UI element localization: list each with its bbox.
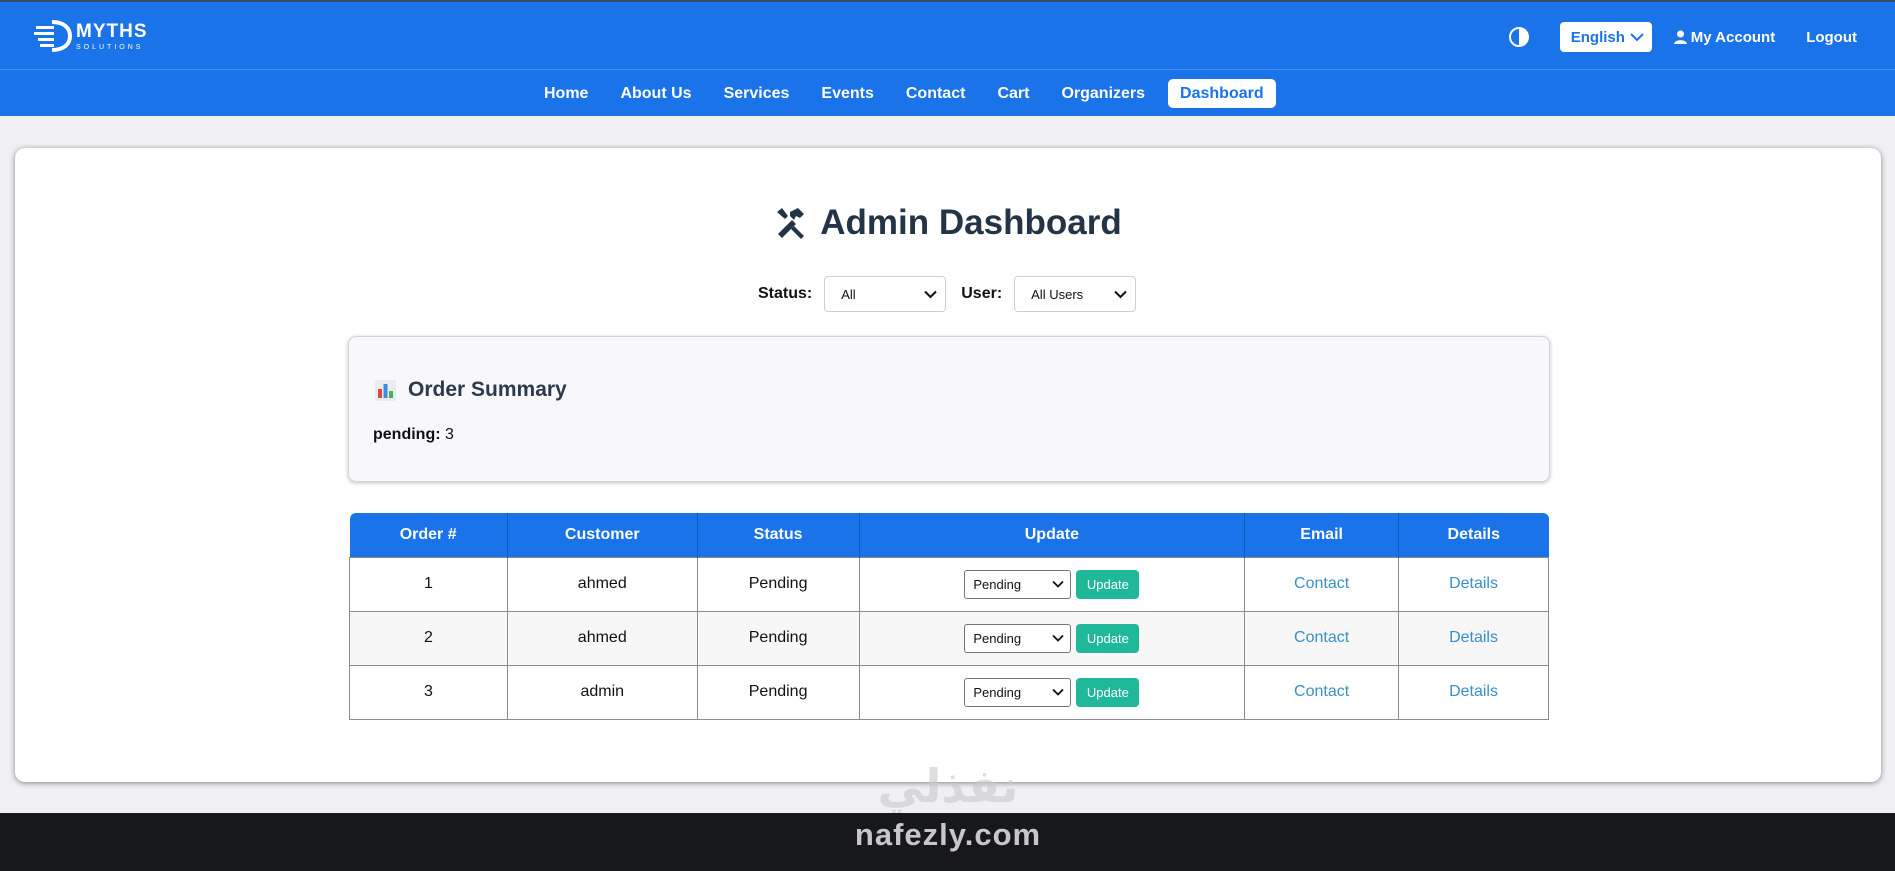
page-title-text: Admin Dashboard — [820, 203, 1122, 242]
order-number-cell: 3 — [349, 664, 508, 720]
watermark-latin-text: nafezly.com — [854, 817, 1042, 852]
customer-cell: ahmed — [506, 610, 698, 666]
order-summary-title: Order Summary — [375, 378, 567, 402]
details-link[interactable]: Details — [1398, 556, 1549, 612]
status-update-value: Pending — [973, 630, 1022, 646]
user-filter-value: All Users — [1031, 286, 1084, 302]
brand-logo[interactable]: MYTHS SOLUTIONS — [34, 16, 148, 56]
nav-contact[interactable]: Contact — [894, 79, 978, 108]
theme-toggle-icon[interactable] — [1508, 26, 1530, 48]
column-header-customer: Customer — [507, 513, 698, 557]
status-filter-value: All — [841, 286, 856, 302]
status-update-select[interactable]: Pending — [964, 569, 1072, 599]
status-cell: Pending — [696, 664, 860, 720]
status-update-value: Pending — [973, 576, 1022, 592]
dashboard-card: Admin Dashboard Status: All User: All Us… — [15, 148, 1881, 782]
table-row: 3 admin Pending Pending Update Contact D… — [349, 664, 1549, 720]
my-account-label: My Account — [1690, 28, 1776, 46]
details-link[interactable]: Details — [1398, 610, 1549, 666]
watermark-arabic-text: نفذلي — [877, 760, 1019, 812]
user-filter-label: User: — [961, 285, 1003, 302]
nav-cart[interactable]: Cart — [985, 79, 1041, 108]
table-row: 2 ahmed Pending Pending Update Contact D… — [349, 610, 1549, 666]
chevron-down-icon — [1052, 634, 1064, 642]
order-summary-title-text: Order Summary — [408, 378, 567, 401]
tools-icon — [777, 208, 805, 239]
nav-home[interactable]: Home — [532, 79, 600, 108]
table-header-row: Order # Customer Status Update Email Det… — [349, 513, 1549, 557]
summary-pending-value: 3 — [445, 426, 454, 443]
language-select[interactable]: English — [1559, 22, 1652, 52]
update-cell: Pending Update — [858, 556, 1246, 612]
status-filter-label: Status: — [758, 285, 813, 302]
nav-dashboard[interactable]: Dashboard — [1168, 79, 1276, 108]
logout-link[interactable]: Logout — [1806, 29, 1857, 46]
nafezly-watermark: نفذلي nafezly.com — [848, 763, 1048, 853]
chevron-down-icon — [1630, 33, 1644, 42]
user-icon — [1673, 30, 1687, 44]
filters-bar: Status: All User: All Users — [758, 276, 1137, 312]
main-nav: Home About Us Services Events Contact Ca… — [0, 69, 1895, 116]
nav-events[interactable]: Events — [809, 79, 885, 108]
status-update-select[interactable]: Pending — [964, 677, 1072, 707]
order-summary-panel: Order Summary pending: 3 — [348, 336, 1550, 482]
status-update-value: Pending — [973, 684, 1022, 700]
order-number-cell: 1 — [349, 556, 508, 612]
user-filter-select[interactable]: All Users — [1014, 276, 1137, 312]
update-button[interactable]: Update — [1076, 569, 1140, 599]
update-button[interactable]: Update — [1076, 677, 1140, 707]
contact-link[interactable]: Contact — [1244, 556, 1400, 612]
chevron-down-icon — [1114, 290, 1127, 298]
brand-word: MYTHS — [76, 20, 148, 42]
bar-chart-icon — [375, 379, 396, 401]
orders-table: Order # Customer Status Update Email Det… — [349, 513, 1549, 720]
update-button[interactable]: Update — [1076, 623, 1140, 653]
update-cell: Pending Update — [858, 664, 1246, 720]
page-title: Admin Dashboard — [15, 203, 1881, 243]
chevron-down-icon — [1052, 688, 1064, 696]
summary-pending-key: pending: — [373, 426, 441, 443]
chevron-down-icon — [1052, 580, 1064, 588]
column-header-details: Details — [1398, 513, 1549, 557]
status-cell: Pending — [696, 610, 860, 666]
status-filter-select[interactable]: All — [824, 276, 947, 312]
contact-link[interactable]: Contact — [1244, 610, 1400, 666]
customer-cell: ahmed — [506, 556, 698, 612]
details-link[interactable]: Details — [1398, 664, 1549, 720]
nav-services[interactable]: Services — [712, 79, 802, 108]
summary-pending-line: pending: 3 — [373, 426, 454, 444]
chevron-down-icon — [924, 290, 937, 298]
brand-subtitle: SOLUTIONS — [76, 43, 144, 51]
status-cell: Pending — [696, 556, 860, 612]
customer-cell: admin — [506, 664, 698, 720]
column-header-status: Status — [697, 513, 860, 557]
column-header-update: Update — [859, 513, 1246, 557]
logo-mark-icon — [34, 20, 73, 52]
language-value: English — [1570, 28, 1625, 46]
nav-organizers[interactable]: Organizers — [1049, 79, 1157, 108]
order-number-cell: 2 — [349, 610, 508, 666]
top-header: MYTHS SOLUTIONS English My Account Logou… — [0, 0, 1895, 69]
column-header-order: Order # — [349, 513, 508, 557]
update-cell: Pending Update — [858, 610, 1246, 666]
table-row: 1 ahmed Pending Pending Update Contact D… — [349, 556, 1549, 612]
contact-link[interactable]: Contact — [1244, 664, 1400, 720]
column-header-email: Email — [1244, 513, 1400, 557]
status-update-select[interactable]: Pending — [964, 623, 1072, 653]
my-account-link[interactable]: My Account — [1673, 28, 1776, 46]
nav-about-us[interactable]: About Us — [608, 79, 703, 108]
